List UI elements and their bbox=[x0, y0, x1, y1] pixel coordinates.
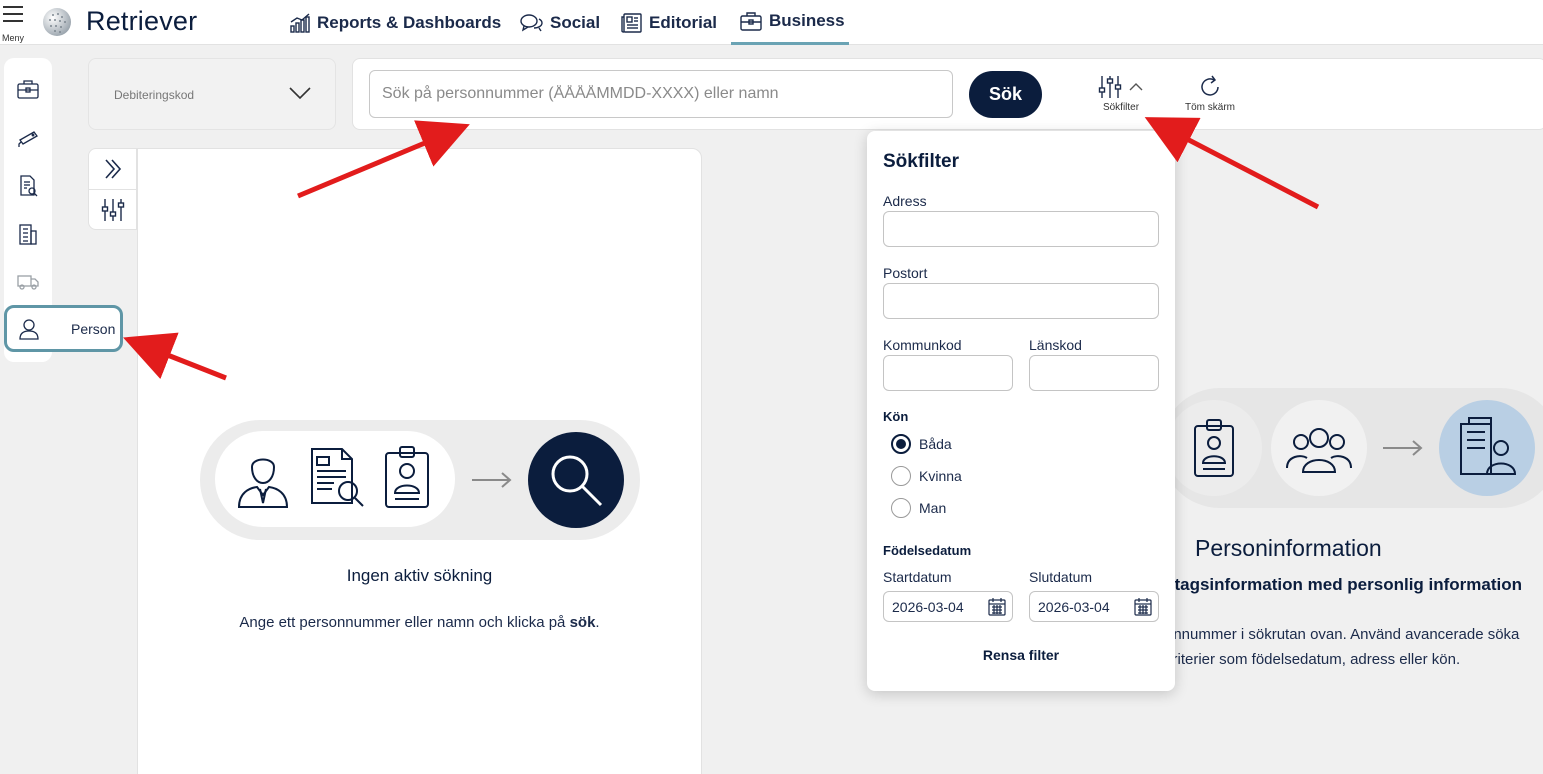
start-date-label: Startdatum bbox=[883, 569, 952, 585]
radio-label: Man bbox=[919, 500, 947, 516]
briefcase-icon bbox=[740, 12, 762, 31]
search-filter-toggle[interactable]: Sökfilter bbox=[1093, 72, 1149, 116]
nav-label: Reports & Dashboards bbox=[317, 12, 502, 32]
info-description: onnummer i sökrutan ovan. Använd avancer… bbox=[1165, 622, 1543, 672]
search-filter-popup: Sökfilter Adress Postort Kommunkod Länsk… bbox=[867, 131, 1175, 691]
city-label: Postort bbox=[883, 265, 928, 281]
businessman-icon bbox=[237, 458, 289, 508]
debit-code-dropdown[interactable]: Debiteringskod bbox=[88, 58, 336, 130]
refresh-icon bbox=[1201, 75, 1219, 96]
clear-filter-button[interactable]: Rensa filter bbox=[867, 647, 1175, 663]
search-circle bbox=[528, 432, 624, 528]
sliders-icon bbox=[1098, 76, 1122, 98]
municipality-code-input[interactable] bbox=[883, 355, 1013, 391]
hint-bold-text: sök bbox=[569, 614, 596, 631]
clear-screen-button[interactable]: Töm skärm bbox=[1180, 72, 1240, 116]
hamburger-icon-bar bbox=[3, 13, 23, 15]
id-badge-icon bbox=[385, 446, 429, 508]
magnifier-icon bbox=[551, 455, 603, 507]
annotation-arrow bbox=[1144, 117, 1320, 210]
radio-button[interactable] bbox=[891, 498, 911, 518]
bar-chart-icon bbox=[290, 12, 310, 33]
start-date-field[interactable]: 2026-03-04 bbox=[883, 591, 1013, 622]
nav-reports-dashboards[interactable]: Reports & Dashboards bbox=[289, 0, 501, 45]
end-date-label: Slutdatum bbox=[1029, 569, 1093, 585]
nav-editorial[interactable]: Editorial bbox=[621, 0, 717, 45]
info-title: Personinformation bbox=[1195, 535, 1382, 561]
info-circle bbox=[1271, 400, 1367, 496]
info-circle bbox=[1166, 400, 1262, 496]
menu-label: Meny bbox=[1, 33, 24, 43]
radio-button[interactable] bbox=[891, 466, 911, 486]
info-description-line: kriterier som födelsedatum, adress eller… bbox=[1165, 651, 1461, 668]
calendar-icon[interactable] bbox=[1133, 597, 1153, 617]
hint-text: Ange ett personnummer eller namn och kli… bbox=[239, 614, 570, 631]
start-date-value: 2026-03-04 bbox=[892, 598, 964, 615]
info-subtitle: etagsinformation med personlig informati… bbox=[1165, 575, 1523, 594]
empty-state-hint: Ange ett personnummer eller namn och kli… bbox=[137, 614, 702, 631]
gender-radio-male[interactable]: Man bbox=[891, 497, 946, 519]
document-search-icon[interactable] bbox=[16, 174, 40, 198]
hint-suffix: . bbox=[595, 614, 600, 631]
info-description-line: onnummer i sökrutan ovan. Använd avancer… bbox=[1165, 626, 1520, 643]
retriever-logo-icon bbox=[43, 8, 71, 36]
gender-radio-both[interactable]: Båda bbox=[891, 433, 952, 455]
address-input[interactable] bbox=[883, 211, 1159, 247]
end-date-value: 2026-03-04 bbox=[1038, 598, 1110, 615]
filter-title: Sökfilter bbox=[883, 151, 960, 172]
newspaper-icon bbox=[621, 12, 642, 33]
menu-button[interactable]: Meny bbox=[0, 4, 26, 43]
hamburger-icon-bar bbox=[3, 20, 23, 22]
person-icon bbox=[19, 318, 39, 340]
brand-name[interactable]: Retriever bbox=[86, 6, 197, 37]
double-chevron-right-icon[interactable] bbox=[101, 157, 125, 181]
camera-icon[interactable] bbox=[16, 126, 40, 150]
info-circle-highlight bbox=[1439, 400, 1535, 496]
building-people-icon bbox=[1460, 417, 1517, 475]
chevron-down-icon bbox=[289, 87, 311, 100]
document-search-icon bbox=[311, 448, 364, 507]
calendar-icon[interactable] bbox=[987, 597, 1007, 617]
search-filter-label: Sökfilter bbox=[1102, 102, 1140, 113]
end-date-field[interactable]: 2026-03-04 bbox=[1029, 591, 1159, 622]
search-button[interactable]: Sök bbox=[969, 71, 1042, 118]
county-code-input[interactable] bbox=[1029, 355, 1159, 391]
divider bbox=[89, 189, 138, 190]
chat-bubbles-icon bbox=[520, 13, 543, 31]
hamburger-icon bbox=[3, 6, 23, 8]
nav-label: Social bbox=[550, 12, 601, 32]
id-badge-icon bbox=[1194, 419, 1234, 477]
search-input[interactable] bbox=[369, 70, 953, 118]
debit-code-label: Debiteringskod bbox=[114, 88, 195, 102]
illustration-icons-container bbox=[215, 431, 455, 527]
municipality-code-label: Kommunkod bbox=[883, 337, 962, 353]
sidebar-item-person[interactable]: Person bbox=[4, 305, 123, 352]
radio-label: Kvinna bbox=[919, 468, 962, 484]
county-code-label: Länskod bbox=[1029, 337, 1082, 353]
radio-label: Båda bbox=[919, 436, 952, 452]
arrow-right-icon bbox=[1383, 440, 1423, 456]
sidebar-item-label: Person bbox=[71, 320, 116, 337]
clear-screen-label: Töm skärm bbox=[1185, 102, 1235, 113]
nav-label: Editorial bbox=[649, 12, 718, 32]
city-input[interactable] bbox=[883, 283, 1159, 319]
chevron-up-icon bbox=[1129, 83, 1143, 91]
building-icon[interactable] bbox=[16, 222, 40, 246]
nav-business[interactable]: Business bbox=[731, 0, 849, 45]
truck-icon[interactable] bbox=[16, 270, 40, 294]
gender-radio-female[interactable]: Kvinna bbox=[891, 465, 962, 487]
briefcase-icon[interactable] bbox=[16, 78, 40, 102]
nav-social[interactable]: Social bbox=[520, 0, 600, 45]
gender-label: Kön bbox=[883, 409, 909, 424]
radio-button-checked[interactable] bbox=[891, 434, 911, 454]
sliders-icon[interactable] bbox=[101, 197, 125, 223]
empty-state-title: Ingen aktiv sökning bbox=[346, 566, 493, 585]
birthdate-label: Födelsedatum bbox=[883, 543, 972, 558]
address-label: Adress bbox=[883, 193, 927, 209]
group-people-icon bbox=[1286, 428, 1352, 473]
panel-toggles bbox=[88, 148, 138, 230]
info-illustration bbox=[1160, 388, 1543, 508]
arrow-right-icon bbox=[472, 472, 512, 488]
nav-label: Business bbox=[769, 11, 845, 30]
